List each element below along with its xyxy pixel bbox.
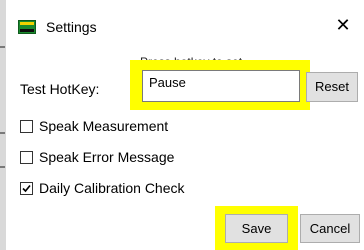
window-title: Settings <box>46 19 97 35</box>
speak-error-checkbox[interactable] <box>20 151 33 164</box>
daily-calibration-label: Daily Calibration Check <box>39 180 185 196</box>
reset-button[interactable]: Reset <box>306 72 358 102</box>
hotkey-input[interactable]: Pause <box>142 70 300 102</box>
settings-dialog: Settings ✕ Press hotkey to set Test HotK… <box>6 0 364 250</box>
daily-calibration-checkbox[interactable] <box>20 182 33 195</box>
speak-error-label: Speak Error Message <box>39 149 175 165</box>
title-bar: Settings ✕ <box>6 0 364 44</box>
edge-marker <box>0 166 5 168</box>
hotkey-label: Test HotKey: <box>20 81 100 97</box>
cancel-button[interactable]: Cancel <box>300 214 360 243</box>
checkmark-icon <box>22 184 31 193</box>
edge-marker <box>0 46 5 48</box>
speak-measurement-checkbox[interactable] <box>20 120 33 133</box>
save-button[interactable]: Save <box>225 214 288 243</box>
edge-marker <box>0 132 5 134</box>
close-button[interactable]: ✕ <box>332 14 354 36</box>
app-logo-icon <box>18 20 36 34</box>
speak-measurement-label: Speak Measurement <box>39 118 169 134</box>
